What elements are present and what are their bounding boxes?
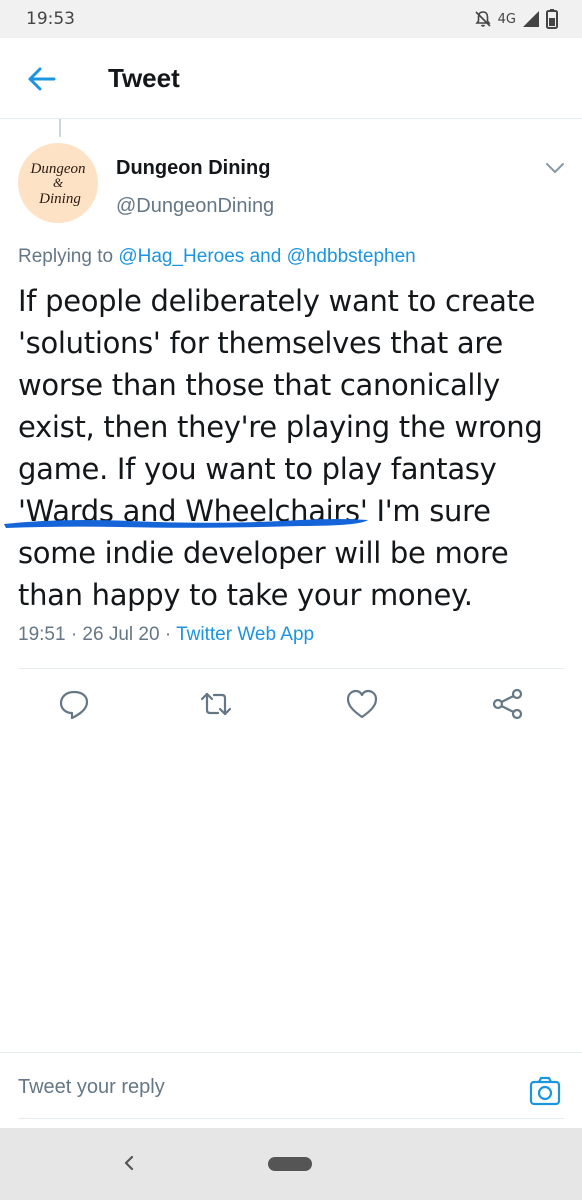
user-handle[interactable]: @DungeonDining [116, 195, 274, 218]
avatar-logo-text-line2: & [53, 175, 64, 190]
divider [18, 668, 564, 669]
replying-to: Replying to @Hag_Heroes and @hdbbstephen [18, 246, 416, 268]
app-bar: Tweet [0, 38, 582, 119]
reply-bar-divider [0, 1052, 582, 1053]
nav-home-pill[interactable] [268, 1157, 312, 1171]
avatar-logo-text-line3: Dining [38, 191, 81, 207]
status-bar: 19:53 4G [0, 0, 582, 38]
thread-connector-line [59, 119, 61, 137]
status-time: 19:53 [26, 9, 75, 29]
chevron-down-icon[interactable] [544, 160, 566, 176]
system-nav-bar [0, 1128, 582, 1200]
tweet-text: If people deliberately want to create 's… [18, 284, 543, 612]
reply-input[interactable] [18, 1076, 498, 1099]
avatar-logo: Dungeon & Dining [30, 161, 86, 207]
nav-back-icon[interactable] [118, 1150, 140, 1176]
reply-icon[interactable] [56, 686, 92, 722]
share-icon[interactable] [490, 686, 526, 722]
replying-and[interactable]: and [244, 246, 286, 267]
like-heart-icon[interactable] [344, 686, 380, 722]
retweet-icon[interactable] [198, 686, 234, 722]
status-icons: 4G [474, 9, 558, 29]
network-type: 4G [497, 11, 516, 27]
avatar[interactable]: Dungeon & Dining [18, 143, 98, 223]
tweet-meta: 19:51 · 26 Jul 20 · Twitter Web App [18, 624, 314, 646]
signal-icon [523, 11, 539, 27]
source-app-link[interactable]: Twitter Web App [176, 624, 314, 645]
display-name[interactable]: Dungeon Dining [116, 157, 270, 180]
page-title: Tweet [108, 63, 180, 93]
mention-link-2[interactable]: @hdbbstephen [287, 246, 416, 267]
drawn-underline-mark [4, 519, 368, 528]
replying-prefix: Replying to [18, 246, 119, 267]
tweet-timestamp: 19:51 · 26 Jul 20 · [18, 624, 177, 645]
notifications-off-icon [475, 11, 491, 27]
back-arrow-icon[interactable] [24, 62, 58, 96]
reply-underline [18, 1118, 564, 1119]
camera-icon[interactable] [528, 1074, 562, 1108]
action-bar [0, 686, 582, 726]
mention-link-1[interactable]: @Hag_Heroes [118, 246, 244, 267]
battery-icon [546, 9, 558, 29]
